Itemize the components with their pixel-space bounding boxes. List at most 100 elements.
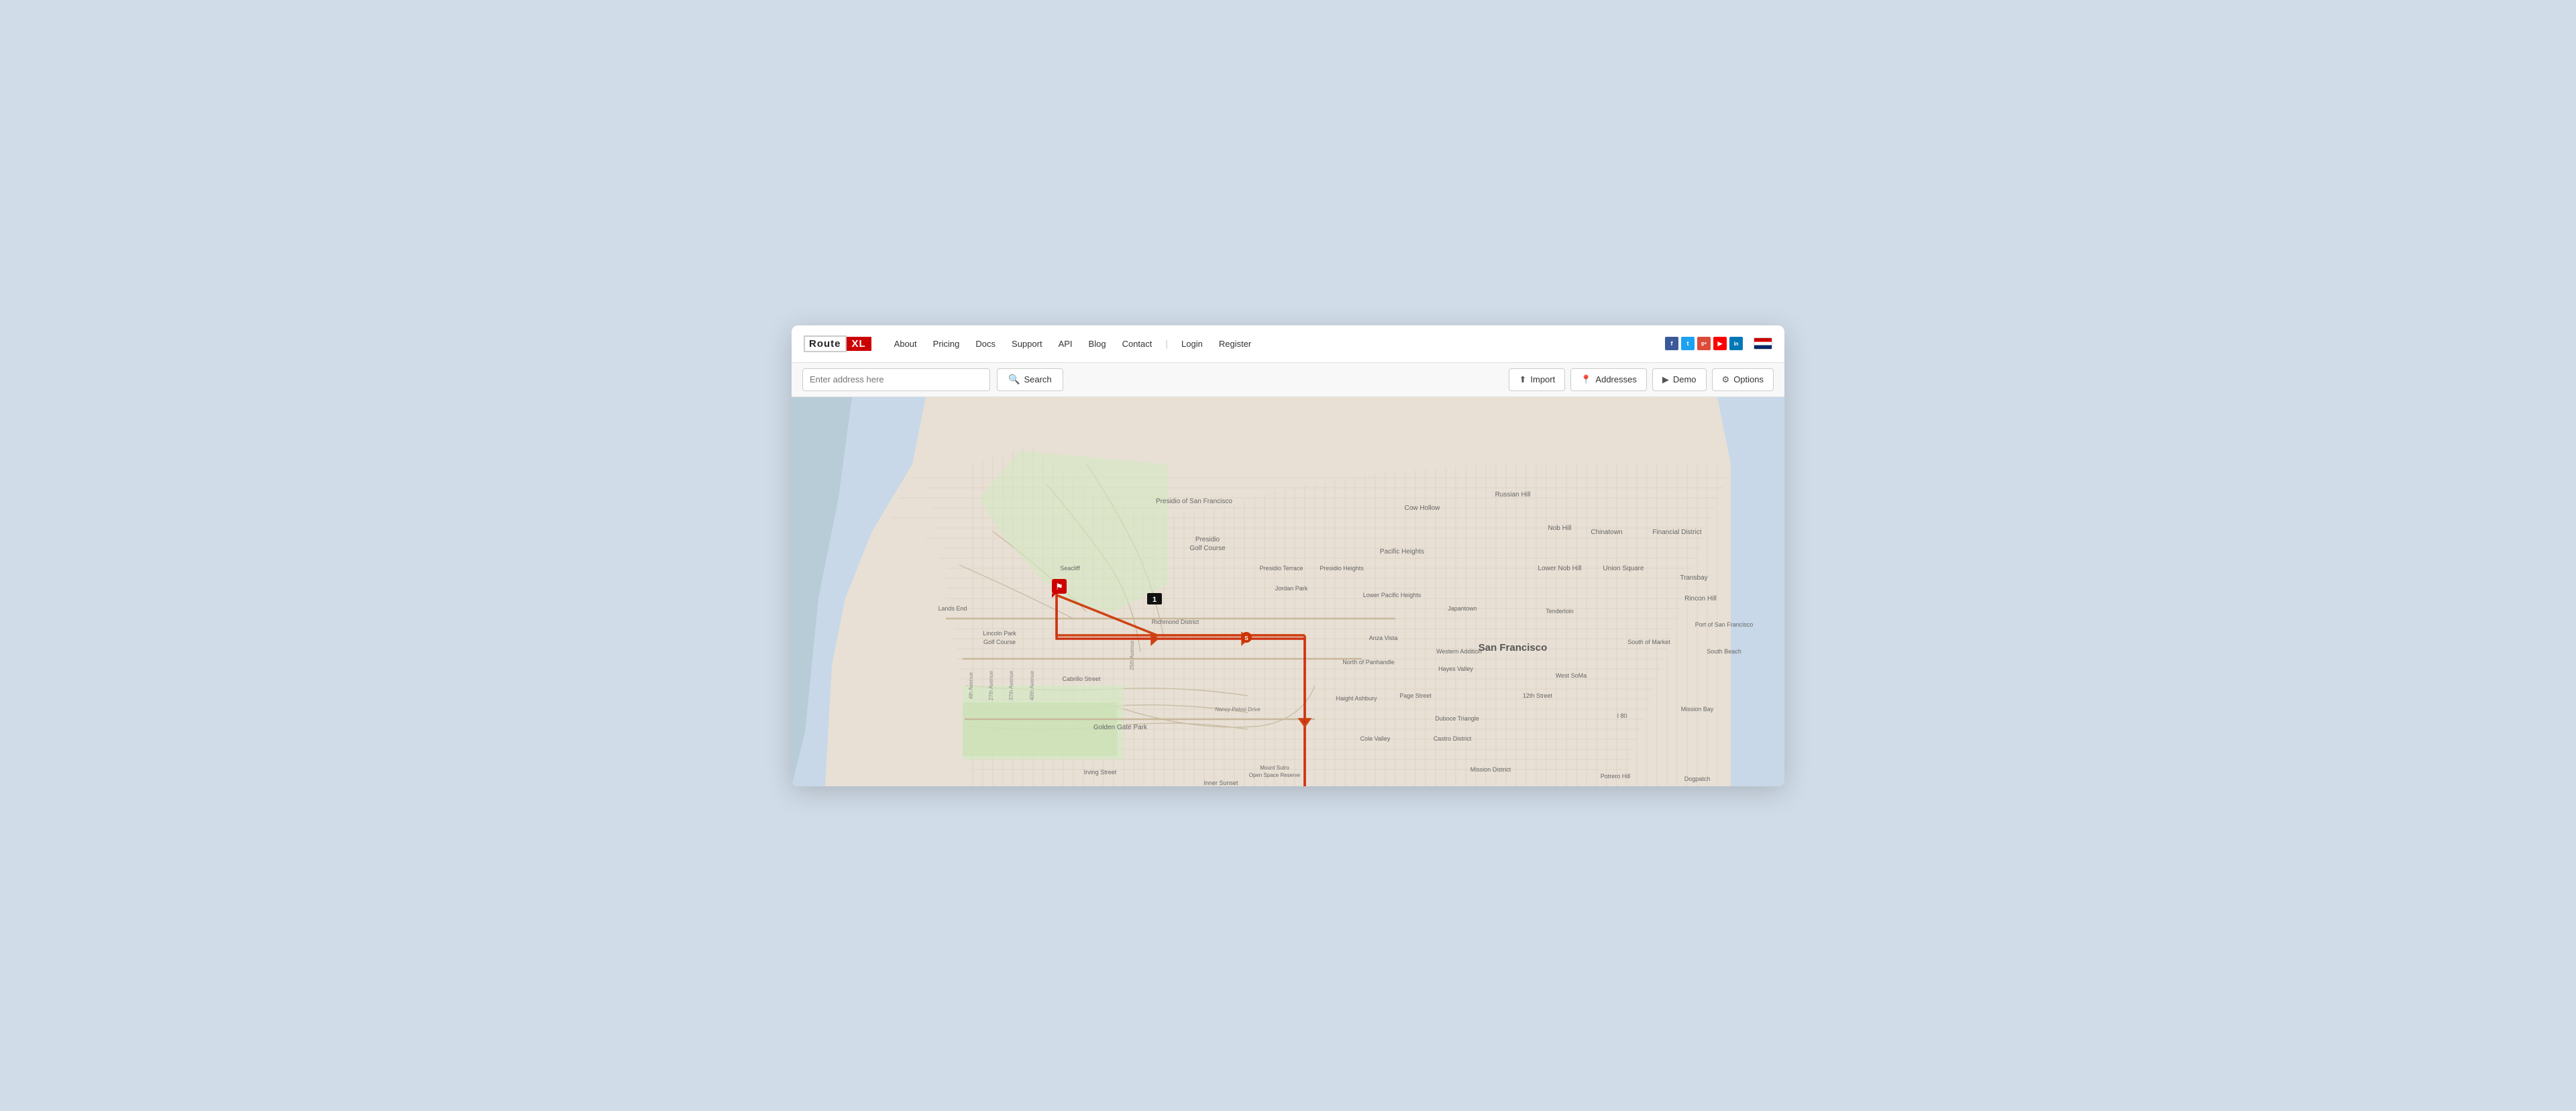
nav-docs[interactable]: Docs [969, 336, 1002, 352]
svg-text:Inner Sunset: Inner Sunset [1203, 780, 1238, 786]
svg-text:Chinatown: Chinatown [1591, 529, 1622, 536]
nav-blog[interactable]: Blog [1082, 336, 1113, 352]
svg-text:Cabrillo Street: Cabrillo Street [1062, 676, 1101, 682]
search-icon: 🔍 [1008, 374, 1020, 385]
svg-text:Anza Vista: Anza Vista [1369, 635, 1398, 641]
logo-route: Route [804, 335, 847, 352]
svg-text:Presidio: Presidio [1195, 536, 1220, 543]
svg-text:Mission District: Mission District [1470, 766, 1511, 773]
svg-text:Page Street: Page Street [1399, 692, 1432, 699]
nav-contact[interactable]: Contact [1116, 336, 1159, 352]
svg-text:South Beach: South Beach [1707, 648, 1741, 655]
svg-text:Golf Course: Golf Course [983, 639, 1016, 645]
svg-text:Pacific Heights: Pacific Heights [1380, 548, 1424, 556]
svg-text:Jordan Park: Jordan Park [1275, 585, 1308, 592]
social-icons: f t g+ ▶ in [1665, 337, 1743, 350]
svg-text:Rincon Hill: Rincon Hill [1684, 595, 1717, 602]
nav-links: About Pricing Docs Support API Blog Cont… [888, 336, 1665, 352]
demo-icon: ▶ [1662, 374, 1669, 385]
google-plus-icon[interactable]: g+ [1697, 337, 1711, 350]
svg-text:Haight Ashbury: Haight Ashbury [1336, 695, 1377, 702]
import-label: Import [1530, 374, 1555, 384]
svg-text:12th Street: 12th Street [1523, 692, 1553, 699]
search-button[interactable]: 🔍 Search [997, 368, 1063, 391]
demo-label: Demo [1673, 374, 1697, 384]
twitter-icon[interactable]: t [1681, 337, 1695, 350]
demo-button[interactable]: ▶ Demo [1652, 368, 1707, 391]
svg-text:Richmond District: Richmond District [1152, 619, 1199, 625]
svg-text:Financial District: Financial District [1652, 529, 1702, 536]
svg-text:Duboce Triangle: Duboce Triangle [1435, 715, 1479, 722]
svg-text:Golden Gate Park: Golden Gate Park [1093, 724, 1148, 731]
nav-right: f t g+ ▶ in [1665, 337, 1772, 350]
addresses-button[interactable]: 📍 Addresses [1570, 368, 1647, 391]
address-input[interactable] [802, 368, 990, 391]
options-label: Options [1733, 374, 1764, 384]
svg-text:40th Avenue: 40th Avenue [1029, 670, 1035, 700]
svg-text:Dogpatch: Dogpatch [1684, 776, 1711, 782]
svg-text:Mission Bay: Mission Bay [1681, 706, 1714, 712]
svg-text:San Francisco: San Francisco [1479, 642, 1548, 653]
svg-text:Cole Valley: Cole Valley [1360, 735, 1391, 742]
language-flag-icon[interactable] [1754, 337, 1772, 350]
import-icon: ⬆ [1519, 374, 1526, 385]
svg-text:South of Market: South of Market [1627, 639, 1670, 645]
addresses-icon: 📍 [1580, 374, 1591, 385]
svg-text:Nancy Pelosi Drive: Nancy Pelosi Drive [1215, 706, 1260, 712]
svg-text:Cow Hollow: Cow Hollow [1405, 505, 1441, 512]
svg-text:Nob Hill: Nob Hill [1548, 525, 1571, 532]
nav-api[interactable]: API [1052, 336, 1079, 352]
svg-text:S: S [1244, 635, 1248, 641]
svg-text:Hayes Valley: Hayes Valley [1438, 666, 1473, 672]
svg-text:West SoMa: West SoMa [1556, 672, 1587, 679]
nav-pricing[interactable]: Pricing [926, 336, 967, 352]
import-button[interactable]: ⬆ Import [1509, 368, 1565, 391]
svg-text:Presidio Terrace: Presidio Terrace [1260, 565, 1303, 572]
svg-text:37th Avenue: 37th Avenue [1008, 670, 1014, 700]
addresses-label: Addresses [1595, 374, 1636, 384]
navbar: RouteXL About Pricing Docs Support API B… [792, 325, 1784, 363]
svg-text:Lincoln Park: Lincoln Park [983, 630, 1016, 637]
map-background: Presidio of San Francisco Presidio Golf … [792, 397, 1784, 786]
svg-text:Lands End: Lands End [938, 605, 967, 612]
toolbar: 🔍 Search ⬆ Import 📍 Addresses ▶ Demo ⚙ O… [792, 363, 1784, 397]
nav-login[interactable]: Login [1175, 336, 1210, 352]
linkedin-icon[interactable]: in [1729, 337, 1743, 350]
svg-text:Tenderloin: Tenderloin [1546, 608, 1574, 615]
logo-xl: XL [847, 337, 871, 351]
svg-text:Lower Pacific Heights: Lower Pacific Heights [1363, 592, 1421, 598]
svg-text:Castro District: Castro District [1434, 735, 1472, 742]
svg-text:⚑: ⚑ [1055, 582, 1063, 592]
svg-text:Mount Sutro: Mount Sutro [1260, 765, 1289, 771]
svg-text:4th Avenue: 4th Avenue [968, 672, 974, 698]
svg-text:Golf Course: Golf Course [1189, 545, 1226, 552]
svg-text:27th Avenue: 27th Avenue [988, 670, 994, 700]
svg-text:Potrero Hill: Potrero Hill [1601, 773, 1631, 780]
svg-text:1: 1 [1152, 596, 1157, 604]
nav-register[interactable]: Register [1212, 336, 1258, 352]
nav-about[interactable]: About [888, 336, 924, 352]
svg-text:↓: ↓ [1303, 714, 1307, 725]
facebook-icon[interactable]: f [1665, 337, 1678, 350]
svg-text:Western Addition: Western Addition [1436, 648, 1482, 655]
toolbar-right: ⬆ Import 📍 Addresses ▶ Demo ⚙ Options [1509, 368, 1774, 391]
logo[interactable]: RouteXL [804, 335, 871, 352]
svg-text:Russian Hill: Russian Hill [1495, 491, 1531, 498]
svg-text:Open Space Reserve: Open Space Reserve [1249, 772, 1301, 778]
svg-text:Presidio Heights: Presidio Heights [1320, 565, 1364, 572]
svg-text:Presidio of San Francisco: Presidio of San Francisco [1156, 498, 1232, 505]
svg-text:25th Avenue: 25th Avenue [1129, 640, 1135, 670]
browser-window: RouteXL About Pricing Docs Support API B… [792, 325, 1784, 786]
svg-text:Port of San Francisco: Port of San Francisco [1695, 621, 1754, 628]
search-label: Search [1024, 374, 1051, 384]
svg-text:Irving Street: Irving Street [1084, 769, 1117, 776]
svg-text:I 80: I 80 [1617, 712, 1627, 719]
options-button[interactable]: ⚙ Options [1712, 368, 1774, 391]
svg-text:Japantown: Japantown [1448, 605, 1477, 612]
nav-support[interactable]: Support [1005, 336, 1049, 352]
svg-text:Union Square: Union Square [1603, 565, 1644, 572]
map-container[interactable]: Presidio of San Francisco Presidio Golf … [792, 397, 1784, 786]
youtube-icon[interactable]: ▶ [1713, 337, 1727, 350]
svg-text:Lower Nob Hill: Lower Nob Hill [1538, 565, 1581, 572]
svg-text:North of Panhandle: North of Panhandle [1342, 659, 1395, 666]
